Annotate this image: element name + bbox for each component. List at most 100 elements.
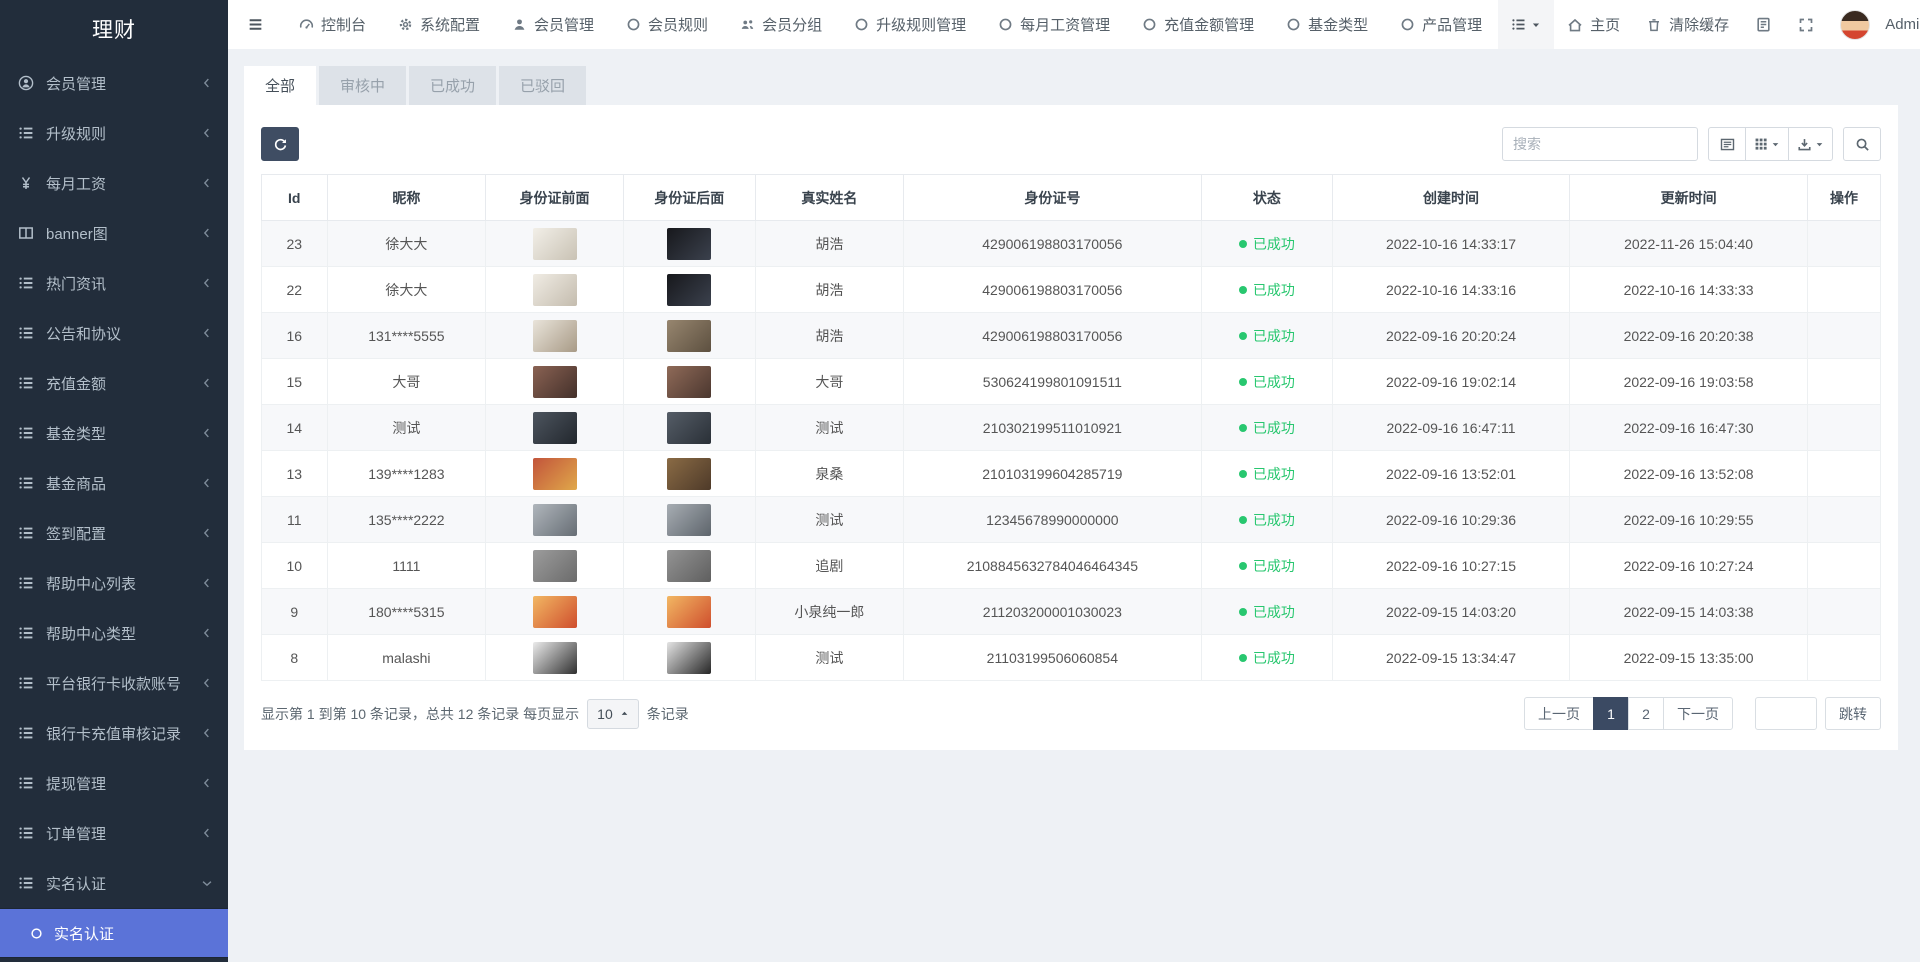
id-card-back-image[interactable] bbox=[667, 228, 711, 260]
cell-real-name: 测试 bbox=[755, 405, 903, 451]
cell-id-number: 210302199511010921 bbox=[903, 405, 1201, 451]
page-size-select[interactable]: 10 bbox=[587, 699, 639, 729]
list-icon bbox=[18, 325, 34, 341]
sidebar-item[interactable]: banner图 bbox=[0, 208, 228, 258]
column-header[interactable]: Id bbox=[262, 175, 328, 221]
search-input[interactable] bbox=[1502, 127, 1698, 161]
sidebar-item[interactable]: 充值金额 bbox=[0, 358, 228, 408]
id-card-front-image[interactable] bbox=[533, 412, 577, 444]
list-icon bbox=[18, 875, 34, 891]
id-card-back-image[interactable] bbox=[667, 412, 711, 444]
id-card-front-image[interactable] bbox=[533, 228, 577, 260]
sidebar-item[interactable]: 实名认证 bbox=[0, 858, 228, 908]
id-card-front-image[interactable] bbox=[533, 366, 577, 398]
id-card-front-image[interactable] bbox=[533, 642, 577, 674]
fullscreen-button[interactable] bbox=[1785, 0, 1827, 49]
topnav-tab[interactable]: 升级规则管理 bbox=[838, 0, 982, 49]
sidebar-item[interactable]: 升级规则 bbox=[0, 108, 228, 158]
topnav-tab[interactable]: 会员规则 bbox=[610, 0, 724, 49]
next-page-button[interactable]: 下一页 bbox=[1663, 697, 1733, 730]
prev-page-button[interactable]: 上一页 bbox=[1524, 697, 1594, 730]
table-row: 16 131****5555 胡浩 429006198803170056 已成功… bbox=[262, 313, 1881, 359]
topnav-tab[interactable]: 基金类型 bbox=[1270, 0, 1384, 49]
sidebar-item[interactable]: 每月工资 bbox=[0, 158, 228, 208]
log-button[interactable] bbox=[1742, 0, 1785, 49]
sidebar-item[interactable]: 帮助中心列表 bbox=[0, 558, 228, 608]
sidebar-item[interactable]: 平台银行卡收款账号 bbox=[0, 658, 228, 708]
column-header[interactable]: 真实姓名 bbox=[755, 175, 903, 221]
export-dropdown-button[interactable] bbox=[1788, 127, 1833, 161]
page-number-button[interactable]: 1 bbox=[1593, 697, 1629, 730]
chevron-left-icon bbox=[200, 176, 214, 190]
cell-id-card-back bbox=[623, 451, 755, 497]
topnav-tab[interactable]: 每月工资管理 bbox=[982, 0, 1126, 49]
cell-status: 已成功 bbox=[1201, 589, 1332, 635]
cell-nickname: 徐大大 bbox=[327, 267, 486, 313]
column-header[interactable]: 身份证号 bbox=[903, 175, 1201, 221]
column-header[interactable]: 操作 bbox=[1808, 175, 1881, 221]
id-card-back-image[interactable] bbox=[667, 366, 711, 398]
sidebar-item[interactable]: 热门资讯 bbox=[0, 258, 228, 308]
sidebar-item[interactable]: 订单管理 bbox=[0, 808, 228, 858]
cell-updated-time: 2022-09-15 13:35:00 bbox=[1570, 635, 1808, 681]
topnav-tab[interactable]: 产品管理 bbox=[1384, 0, 1498, 49]
sidebar-item[interactable]: 会员管理 bbox=[0, 58, 228, 108]
sidebar-toggle-button[interactable] bbox=[228, 0, 283, 49]
id-card-front-image[interactable] bbox=[533, 596, 577, 628]
sidebar-item[interactable]: 签到配置 bbox=[0, 508, 228, 558]
list-icon bbox=[18, 375, 34, 391]
id-card-back-image[interactable] bbox=[667, 550, 711, 582]
id-card-back-image[interactable] bbox=[667, 596, 711, 628]
column-header[interactable]: 状态 bbox=[1201, 175, 1332, 221]
id-card-back-image[interactable] bbox=[667, 504, 711, 536]
filter-tab[interactable]: 审核中 bbox=[319, 66, 406, 105]
sidebar-item[interactable]: 基金商品 bbox=[0, 458, 228, 508]
sidebar-item[interactable]: 银行卡充值审核记录 bbox=[0, 708, 228, 758]
id-card-front-image[interactable] bbox=[533, 274, 577, 306]
toolbar-right bbox=[1502, 127, 1881, 161]
gauge-icon bbox=[299, 17, 314, 32]
topnav-tab-label: 升级规则管理 bbox=[876, 14, 966, 35]
topnav-tab[interactable]: 控制台 bbox=[283, 0, 382, 49]
id-card-front-image[interactable] bbox=[533, 504, 577, 536]
jump-button[interactable]: 跳转 bbox=[1825, 697, 1881, 730]
topnav-tab[interactable]: 会员管理 bbox=[496, 0, 610, 49]
cell-id-number: 211203200001030023 bbox=[903, 589, 1201, 635]
columns-dropdown-button[interactable] bbox=[1745, 127, 1789, 161]
column-header[interactable]: 创建时间 bbox=[1332, 175, 1569, 221]
page-number-button[interactable]: 2 bbox=[1628, 697, 1664, 730]
user-menu[interactable]: Admin bbox=[1827, 0, 1920, 49]
id-card-back-image[interactable] bbox=[667, 458, 711, 490]
column-header[interactable]: 身份证前面 bbox=[486, 175, 624, 221]
id-card-back-image[interactable] bbox=[667, 320, 711, 352]
id-card-back-image[interactable] bbox=[667, 274, 711, 306]
id-card-front-image[interactable] bbox=[533, 320, 577, 352]
refresh-button[interactable] bbox=[261, 127, 299, 161]
jump-page-input[interactable] bbox=[1755, 697, 1817, 730]
sidebar-subitem[interactable]: 实名认证 bbox=[0, 909, 228, 957]
chevron-left-icon bbox=[200, 526, 214, 540]
filter-tab[interactable]: 已驳回 bbox=[499, 66, 586, 105]
column-header[interactable]: 身份证后面 bbox=[623, 175, 755, 221]
sidebar-item[interactable]: 提现管理 bbox=[0, 758, 228, 808]
sidebar-item-label: 帮助中心类型 bbox=[46, 623, 188, 644]
home-button[interactable]: 主页 bbox=[1554, 0, 1633, 49]
topnav-tab[interactable]: 充值金额管理 bbox=[1126, 0, 1270, 49]
column-header[interactable]: 更新时间 bbox=[1570, 175, 1808, 221]
filter-tab[interactable]: 全部 bbox=[244, 66, 316, 105]
filter-tab[interactable]: 已成功 bbox=[409, 66, 496, 105]
detail-view-button[interactable] bbox=[1708, 127, 1746, 161]
search-button[interactable] bbox=[1843, 127, 1881, 161]
sidebar-item[interactable]: 帮助中心类型 bbox=[0, 608, 228, 658]
topnav-tab[interactable]: 会员分组 bbox=[724, 0, 838, 49]
id-card-front-image[interactable] bbox=[533, 458, 577, 490]
topnav-tab[interactable]: 系统配置 bbox=[382, 0, 496, 49]
sidebar-item[interactable]: 公告和协议 bbox=[0, 308, 228, 358]
clear-cache-button[interactable]: 清除缓存 bbox=[1633, 0, 1742, 49]
tabs-list-dropdown-button[interactable] bbox=[1498, 0, 1554, 49]
id-card-back-image[interactable] bbox=[667, 642, 711, 674]
log-icon bbox=[1755, 16, 1772, 33]
sidebar-item[interactable]: 基金类型 bbox=[0, 408, 228, 458]
id-card-front-image[interactable] bbox=[533, 550, 577, 582]
column-header[interactable]: 昵称 bbox=[327, 175, 486, 221]
